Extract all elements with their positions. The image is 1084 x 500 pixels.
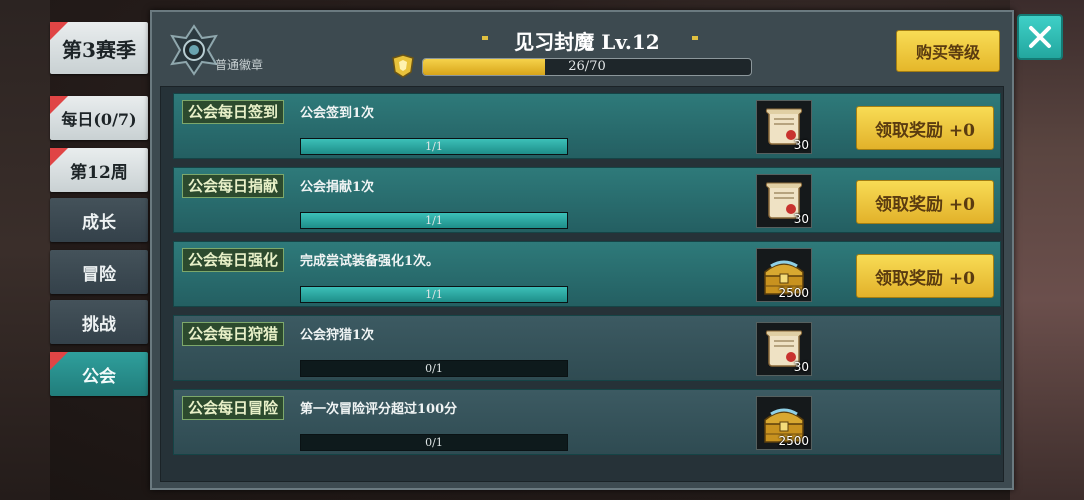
quest-tag: 公会每日捐献 [182, 174, 285, 198]
reward-quantity: 2500 [778, 434, 809, 448]
xp-progress-bar: 26/70 [422, 58, 752, 76]
pass-panel: 普通徽章 见习封魔 Lv.12 26/70 购买等级 公会每日签到 公会签到1次… [150, 10, 1014, 490]
close-icon [1029, 26, 1051, 48]
quest-progress-bar: 1/1 [300, 212, 568, 229]
tab-guild[interactable]: 公会 [50, 352, 148, 396]
reward-slot[interactable]: 30 [756, 174, 812, 228]
quest-tag: 公会每日签到 [182, 100, 285, 124]
background-left [0, 0, 50, 500]
quest-description: 公会捐献1次 [300, 180, 375, 195]
new-flag-icon [50, 22, 68, 40]
quest-row: 公会每日冒险 第一次冒险评分超过100分 0/1 2500 [173, 389, 1001, 455]
tab-growth[interactable]: 成长 [50, 198, 148, 242]
tab-adventure[interactable]: 冒险 [50, 250, 148, 294]
quest-progress-text: 1/1 [425, 140, 443, 153]
quest-description: 完成尝试装备强化1次。 [300, 254, 440, 269]
close-button[interactable] [1017, 14, 1063, 60]
reward-slot[interactable]: 30 [756, 100, 812, 154]
reward-quantity: 30 [793, 360, 809, 374]
quest-row: 公会每日签到 公会签到1次 1/1 30 领取奖励 +0 [173, 93, 1001, 159]
reward-quantity: 2500 [778, 286, 809, 300]
reward-slot[interactable]: 30 [756, 322, 812, 376]
quest-row: 公会每日捐献 公会捐献1次 1/1 30 领取奖励 +0 [173, 167, 1001, 233]
tab-week[interactable]: 第12周 [50, 148, 148, 192]
tab-season[interactable]: 第3赛季 [50, 22, 148, 74]
badge-emblem-icon [170, 24, 218, 76]
quest-progress-text: 0/1 [425, 436, 443, 449]
quest-tag: 公会每日狩猎 [182, 322, 285, 346]
quest-description: 第一次冒险评分超过100分 [300, 402, 458, 417]
quest-list: 公会每日签到 公会签到1次 1/1 30 领取奖励 +0 公会每日捐献 公会捐献… [160, 86, 1004, 482]
quest-progress-text: 1/1 [425, 214, 443, 227]
quest-progress-text: 0/1 [425, 362, 443, 375]
quest-progress-bar: 1/1 [300, 286, 568, 303]
title-ornament-right [692, 36, 698, 40]
quest-row: 公会每日狩猎 公会狩猎1次 0/1 30 [173, 315, 1001, 381]
reward-slot[interactable]: 2500 [756, 248, 812, 302]
quest-progress-bar: 0/1 [300, 434, 568, 451]
background-right [1010, 0, 1084, 500]
tab-label: 冒险 [82, 264, 116, 285]
reward-slot[interactable]: 2500 [756, 396, 812, 450]
claim-reward-button[interactable]: 领取奖励 +0 [856, 106, 994, 150]
tab-label: 第12周 [70, 162, 128, 183]
tab-label: 成长 [82, 212, 116, 233]
tab-label: 公会 [82, 366, 116, 387]
new-flag-icon [50, 96, 68, 114]
quest-tag: 公会每日冒险 [182, 396, 285, 420]
reward-quantity: 30 [793, 138, 809, 152]
reward-quantity: 30 [793, 212, 809, 226]
new-flag-icon [50, 148, 68, 166]
level-crest-icon [392, 54, 414, 78]
tab-label: 每日(0/7) [61, 110, 137, 129]
tab-label: 第3赛季 [62, 37, 136, 62]
quest-progress-bar: 0/1 [300, 360, 568, 377]
buy-level-button[interactable]: 购买等级 [896, 30, 1000, 72]
quest-progress-text: 1/1 [425, 288, 443, 301]
claim-reward-button[interactable]: 领取奖励 +0 [856, 180, 994, 224]
quest-description: 公会签到1次 [300, 106, 375, 121]
quest-description: 公会狩猎1次 [300, 328, 375, 343]
xp-progress-text: 26/70 [568, 59, 606, 74]
tab-daily[interactable]: 每日(0/7) [50, 96, 148, 140]
badge-label: 普通徽章 [215, 58, 264, 72]
quest-tag: 公会每日强化 [182, 248, 285, 272]
quest-progress-bar: 1/1 [300, 138, 568, 155]
pass-title: 见习封魔 Lv.12 [514, 30, 660, 54]
claim-reward-button[interactable]: 领取奖励 +0 [856, 254, 994, 298]
new-flag-icon [50, 352, 68, 370]
tab-label: 挑战 [82, 314, 116, 335]
tab-challenge[interactable]: 挑战 [50, 300, 148, 344]
quest-row: 公会每日强化 完成尝试装备强化1次。 1/1 2500 领取奖励 +0 [173, 241, 1001, 307]
